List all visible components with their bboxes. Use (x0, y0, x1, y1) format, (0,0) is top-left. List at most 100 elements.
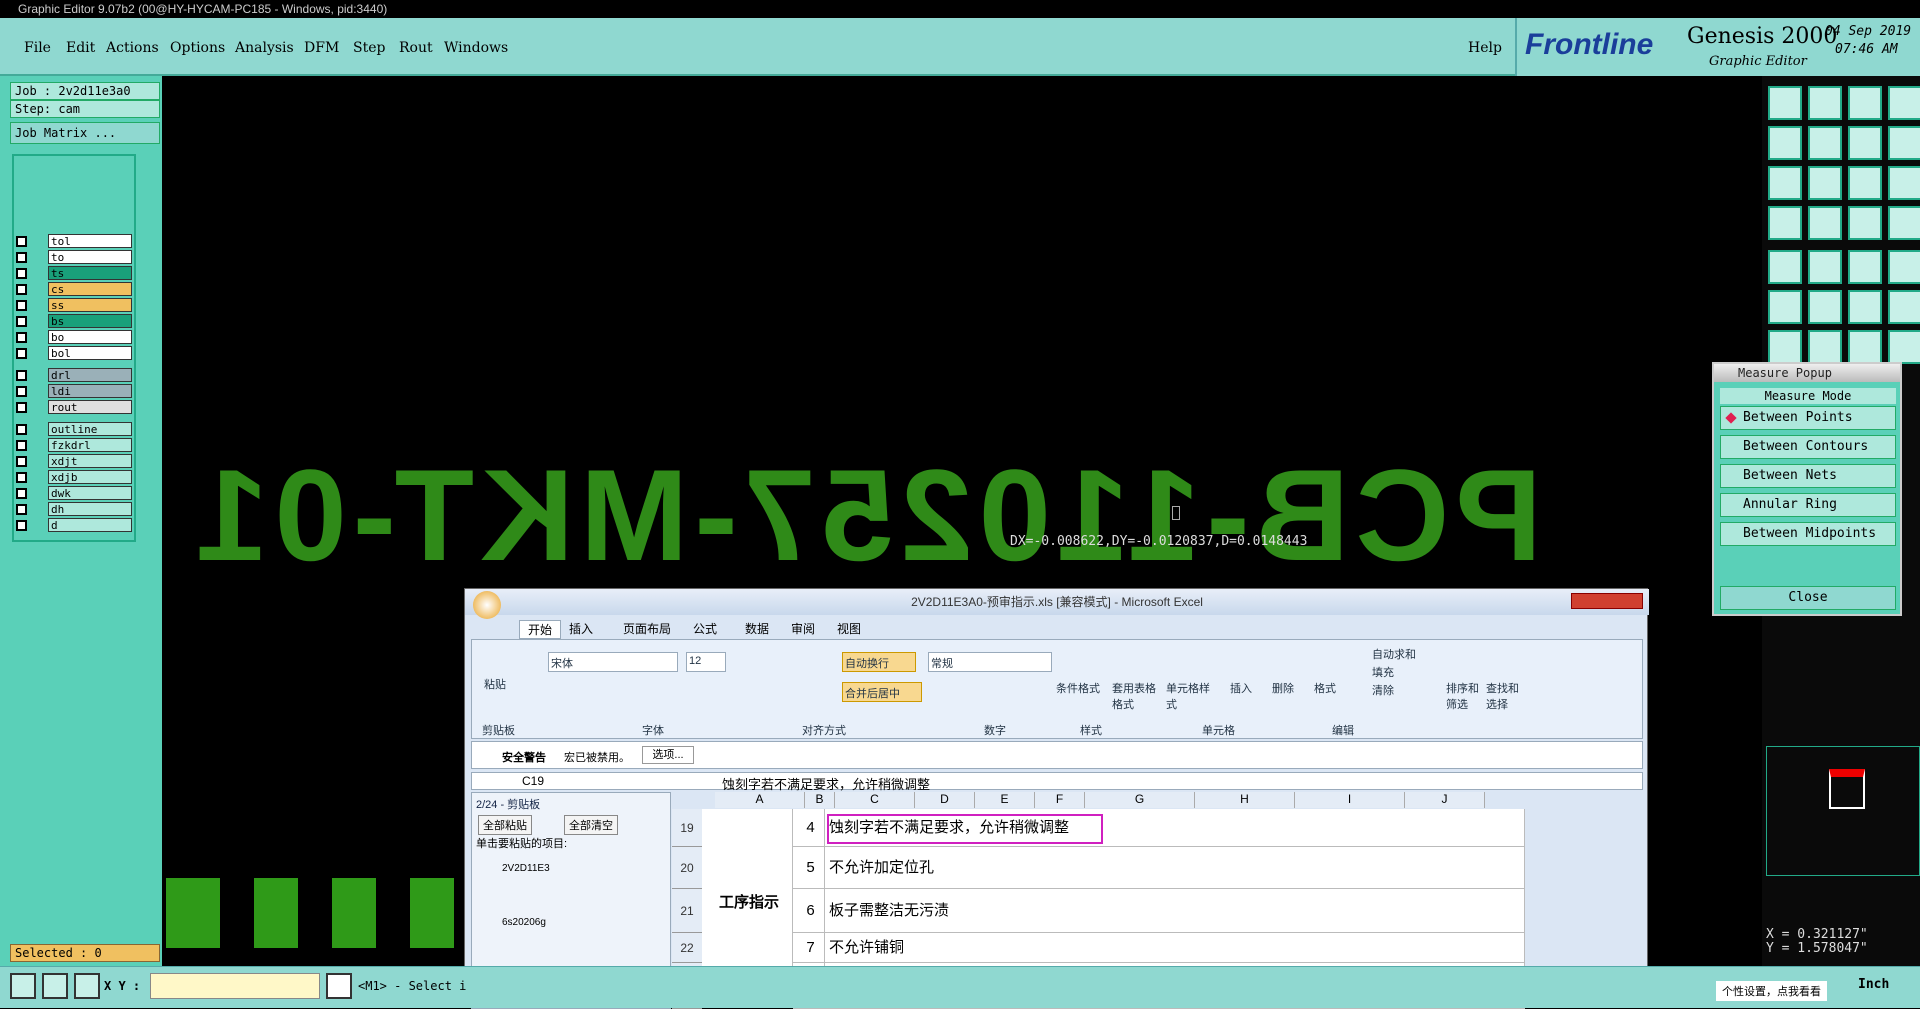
probe-icon[interactable] (1808, 206, 1842, 240)
mini-view[interactable] (1766, 746, 1920, 876)
window-icon[interactable] (1888, 86, 1920, 120)
layer-checkbox[interactable] (16, 332, 27, 343)
layer-checkbox[interactable] (16, 472, 27, 483)
pad-icon[interactable] (1888, 250, 1920, 284)
column-header[interactable]: H (1195, 792, 1295, 808)
layer-row-ldi[interactable]: ldi (14, 384, 132, 398)
job-matrix-button[interactable]: Job Matrix ... (10, 122, 160, 144)
layer-out-icon[interactable] (1808, 126, 1842, 160)
number-format-select[interactable]: 常规 (928, 652, 1052, 672)
connect-icon[interactable] (1848, 290, 1882, 324)
layer-checkbox[interactable] (16, 440, 27, 451)
scale-icon[interactable] (1848, 166, 1882, 200)
cell-c[interactable]: 不允许铺铜 (825, 933, 1525, 963)
format-button[interactable]: 格式 (1314, 680, 1336, 696)
column-header[interactable]: F (1035, 792, 1085, 808)
column-header[interactable]: E (975, 792, 1035, 808)
layer-checkbox[interactable] (16, 236, 27, 247)
frame-icon[interactable] (1888, 330, 1920, 364)
conditional-format-button[interactable]: 条件格式 (1056, 680, 1110, 696)
merge-center-button[interactable]: 合并后居中 (842, 682, 922, 702)
layer-checkbox[interactable] (16, 252, 27, 263)
menu-step[interactable]: Step (353, 40, 385, 56)
fill-icon[interactable] (1768, 250, 1802, 284)
column-header[interactable]: B (805, 792, 835, 808)
zoom-tool-icon[interactable] (10, 973, 36, 999)
tab-0[interactable]: 开始 (519, 620, 562, 639)
net2-icon[interactable] (1888, 206, 1920, 240)
row-header[interactable]: 22 (672, 933, 702, 963)
layer-row-ts[interactable]: ts (14, 266, 132, 280)
delete-button[interactable]: 删除 (1272, 680, 1294, 696)
help-icon[interactable] (1888, 166, 1920, 200)
net-icon[interactable] (1848, 206, 1882, 240)
copy-icon[interactable] (1768, 86, 1802, 120)
line-icon[interactable] (1808, 330, 1842, 364)
cell-b[interactable]: 7 (793, 933, 825, 963)
nodes-icon[interactable] (1768, 290, 1802, 324)
layer-checkbox[interactable] (16, 284, 27, 295)
layer-row-xdjb[interactable]: xdjb (14, 470, 132, 484)
layer-row-tol[interactable]: tol (14, 234, 132, 248)
cell-b[interactable]: 5 (793, 847, 825, 889)
layer-row-to[interactable]: to (14, 250, 132, 264)
layer-checkbox[interactable] (16, 268, 27, 279)
column-header[interactable]: J (1405, 792, 1485, 808)
layer-checkbox[interactable] (16, 424, 27, 435)
layer-row-bol[interactable]: bol (14, 346, 132, 360)
opt-between-midpoints[interactable]: Between Midpoints (1720, 522, 1896, 546)
font-select[interactable]: 宋体 (548, 652, 678, 672)
menu-analysis[interactable]: Analysis (235, 40, 294, 56)
cell-c[interactable]: 板子需整洁无污渍 (825, 889, 1525, 933)
arc-icon[interactable] (1888, 290, 1920, 324)
cell-b[interactable]: 4 (793, 809, 825, 847)
ruler-icon[interactable] (1848, 250, 1882, 284)
close-button[interactable]: Close (1720, 586, 1896, 610)
menu-rout[interactable]: Rout (399, 40, 433, 56)
name-box[interactable]: C19 (522, 774, 544, 788)
alert-icon[interactable] (326, 973, 352, 999)
opt-between-points[interactable]: Between Points (1720, 406, 1896, 430)
table-format-button[interactable]: 套用表格格式 (1112, 680, 1166, 712)
menu-edit[interactable]: Edit (66, 40, 95, 56)
layer-row-xdjt[interactable]: xdjt (14, 454, 132, 468)
cross-icon[interactable] (1808, 290, 1842, 324)
tab-6[interactable]: 视图 (837, 620, 861, 637)
zoom-fit-icon[interactable] (1848, 126, 1882, 160)
layer-row-fzkdrl[interactable]: fzkdrl (14, 438, 132, 452)
layer-row-d[interactable]: d (14, 518, 132, 532)
home-icon[interactable] (1848, 86, 1882, 120)
formula-input[interactable]: 蚀刻字若不满足要求，允许稍微调整 (722, 774, 930, 793)
column-header[interactable]: A (715, 792, 805, 808)
layer-row-outline[interactable]: outline (14, 422, 132, 436)
column-header[interactable]: G (1085, 792, 1195, 808)
clear-all-button[interactable]: 全部清空 (564, 815, 618, 835)
layer-checkbox[interactable] (16, 488, 27, 499)
sort-filter-button[interactable]: 排序和筛选 (1446, 680, 1482, 712)
layer-row-cs[interactable]: cs (14, 282, 132, 296)
layer-checkbox[interactable] (16, 504, 27, 515)
wrench-icon[interactable] (1768, 206, 1802, 240)
clipboard-item[interactable]: 6s20206g (502, 917, 546, 928)
menu-windows[interactable]: Windows (444, 40, 508, 56)
layer-checkbox[interactable] (16, 456, 27, 467)
wrap-text-button[interactable]: 自动换行 (842, 652, 916, 672)
cell-c[interactable]: 不允许加定位孔 (825, 847, 1525, 889)
layer-row-rout[interactable]: rout (14, 400, 132, 414)
cell-style-button[interactable]: 单元格样式 (1166, 680, 1220, 712)
layer-row-bo[interactable]: bo (14, 330, 132, 344)
close-window-button[interactable] (1571, 593, 1643, 609)
tab-2[interactable]: 页面布局 (623, 620, 671, 637)
autosum-button[interactable]: 自动求和 (1372, 646, 1416, 662)
size-select[interactable]: 12 (686, 652, 726, 672)
tab-4[interactable]: 数据 (745, 620, 769, 637)
layer-row-dwk[interactable]: dwk (14, 486, 132, 500)
options-button[interactable]: 选项... (642, 746, 694, 764)
row-header[interactable]: 21 (672, 889, 702, 933)
undo-icon[interactable] (1848, 330, 1882, 364)
office-button-icon[interactable] (473, 591, 501, 619)
layer-checkbox[interactable] (16, 316, 27, 327)
paste-button[interactable]: 粘贴 (484, 676, 506, 692)
menu-file[interactable]: File (24, 40, 51, 56)
menu-help[interactable]: Help (1468, 40, 1502, 56)
